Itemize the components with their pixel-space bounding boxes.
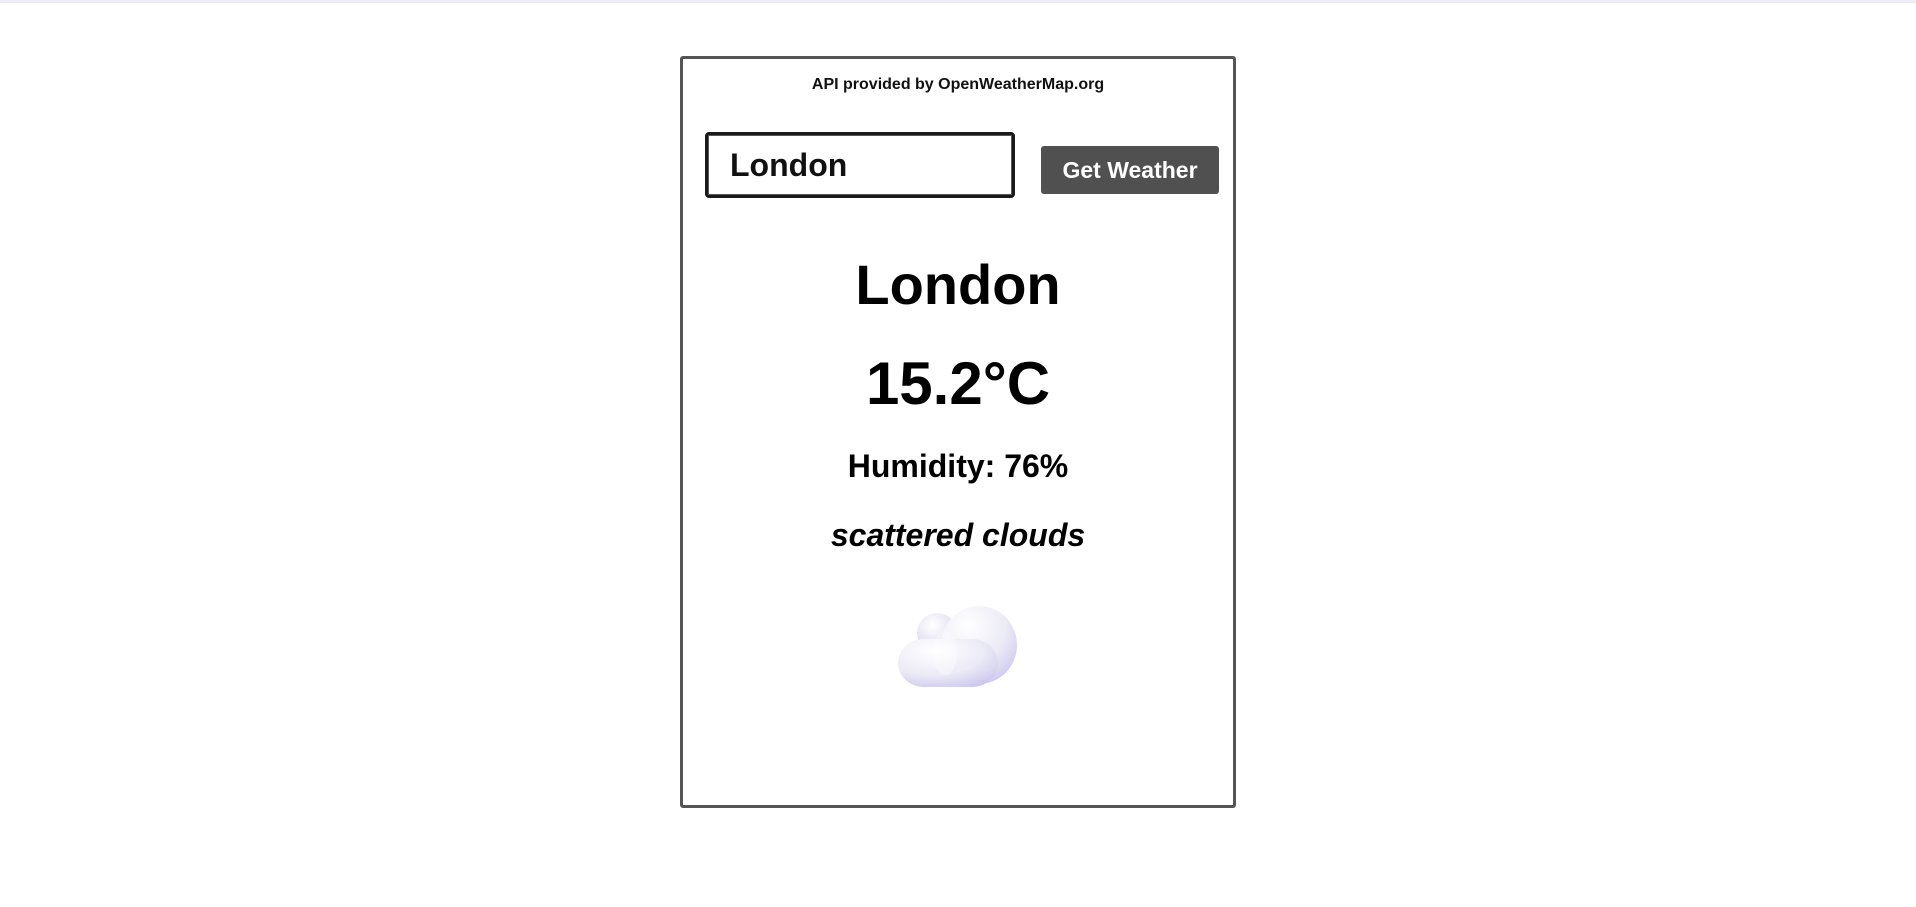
weather-description: scattered clouds: [830, 517, 1086, 553]
city-name: London: [855, 253, 1061, 316]
city-input[interactable]: [705, 132, 1015, 198]
get-weather-button[interactable]: Get Weather: [1041, 146, 1219, 194]
temperature: 15.2°C: [865, 350, 1051, 417]
humidity: Humidity: 76%: [847, 448, 1069, 484]
top-border: [0, 0, 1916, 3]
scattered-clouds-icon: [898, 606, 1017, 687]
api-attribution: API provided by OpenWeatherMap.org: [811, 76, 1105, 93]
weather-card: API provided by OpenWeatherMap.org Get W…: [680, 56, 1236, 808]
